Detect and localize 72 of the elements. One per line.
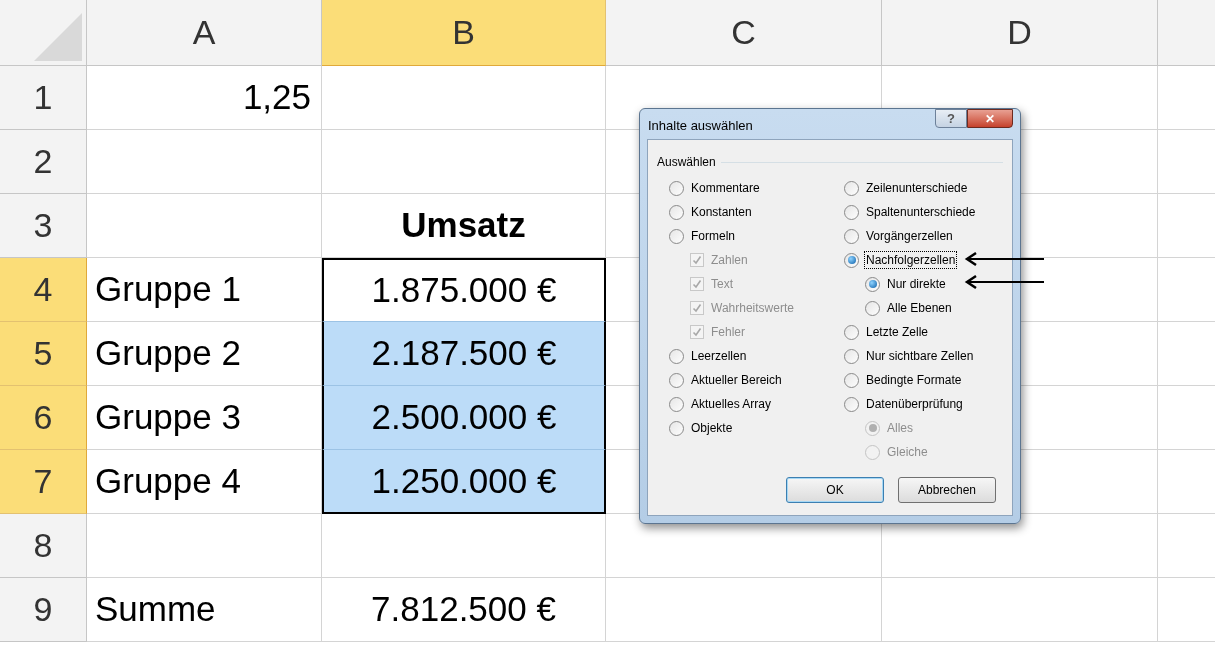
radio-button[interactable] <box>865 300 880 316</box>
row-header[interactable]: 6 <box>0 386 87 450</box>
row-header[interactable]: 4 <box>0 258 87 322</box>
option-label: Leerzellen <box>690 348 748 365</box>
table-cell: 2.187.500 € <box>322 322 606 386</box>
radio-button[interactable] <box>669 204 684 220</box>
row-header[interactable]: 5 <box>0 322 87 386</box>
dialog-button[interactable]: OK <box>786 477 884 503</box>
option-label: Formeln <box>690 228 736 245</box>
group-label: Auswählen <box>657 154 716 171</box>
radio-button[interactable] <box>669 396 684 412</box>
radio-button[interactable] <box>669 372 684 388</box>
table-cell: 2.500.000 € <box>322 386 606 450</box>
option-label: Nur sichtbare Zellen <box>865 348 975 365</box>
dialog-button[interactable]: Abbrechen <box>898 477 996 503</box>
radio-button[interactable] <box>865 276 880 292</box>
corner-triangle-icon <box>34 13 82 61</box>
row-header[interactable]: 1 <box>0 66 87 130</box>
table-cell: Summe <box>87 578 322 642</box>
table-cell: 1.250.000 € <box>322 450 606 514</box>
option-label: Nachfolgerzellen <box>864 251 958 269</box>
radio-button[interactable] <box>844 372 859 388</box>
option-label: Kommentare <box>690 180 761 197</box>
option-label: Alle Ebenen <box>886 300 953 317</box>
option-label: Datenüberprüfung <box>865 396 964 413</box>
option-label: Fehler <box>710 324 746 341</box>
row-header[interactable]: 8 <box>0 514 87 578</box>
column-header[interactable]: D <box>882 0 1158 66</box>
option-label: Zahlen <box>710 252 749 269</box>
column-header[interactable]: C <box>606 0 882 66</box>
radio-button[interactable] <box>844 348 859 364</box>
table-cell: 1,25 <box>87 66 322 130</box>
dialog-title: Inhalte auswählen <box>647 117 753 136</box>
select-all-corner[interactable] <box>0 0 87 66</box>
table-cell: Gruppe 1 <box>87 258 322 322</box>
row-header[interactable]: 7 <box>0 450 87 514</box>
radio-button[interactable] <box>844 204 859 220</box>
radio-button[interactable] <box>844 324 859 340</box>
radio-button[interactable] <box>669 228 684 244</box>
row-header[interactable]: 2 <box>0 130 87 194</box>
table-cell: 1.875.000 € <box>322 258 606 322</box>
option-label: Aktueller Bereich <box>690 372 783 389</box>
option-label: Letzte Zelle <box>865 324 930 341</box>
option-label: Spaltenunterschiede <box>865 204 977 221</box>
radio-button[interactable] <box>669 420 684 436</box>
option-label: Text <box>710 276 734 293</box>
radio-button[interactable] <box>844 180 859 196</box>
option-label: Wahrheitswerte <box>710 300 795 317</box>
row-header[interactable]: 9 <box>0 578 87 642</box>
column-header[interactable]: A <box>87 0 322 66</box>
radio-button[interactable] <box>844 252 859 268</box>
option-label: Nur direkte <box>886 276 947 293</box>
table-cell: Gruppe 3 <box>87 386 322 450</box>
row-header[interactable]: 3 <box>0 194 87 258</box>
radio-button[interactable] <box>669 180 684 196</box>
table-cell: Gruppe 2 <box>87 322 322 386</box>
table-cell: 7.812.500 € <box>322 578 606 642</box>
radio-button[interactable] <box>669 348 684 364</box>
option-label: Bedingte Formate <box>865 372 963 389</box>
option-label: Aktuelles Array <box>690 396 773 413</box>
help-button[interactable]: ? <box>935 109 967 128</box>
option-label: Objekte <box>690 420 734 437</box>
table-cell: Umsatz <box>322 194 606 258</box>
option-label: Vorgängerzellen <box>865 228 954 245</box>
radio-button[interactable] <box>844 396 859 412</box>
table-cell: Gruppe 4 <box>87 450 322 514</box>
radio-button[interactable] <box>844 228 859 244</box>
option-label: Zeilenunterschiede <box>865 180 969 197</box>
option-label: Alles <box>886 420 914 437</box>
column-header[interactable]: B <box>322 0 606 66</box>
option-label: Gleiche <box>886 444 929 461</box>
option-label: Konstanten <box>690 204 753 221</box>
